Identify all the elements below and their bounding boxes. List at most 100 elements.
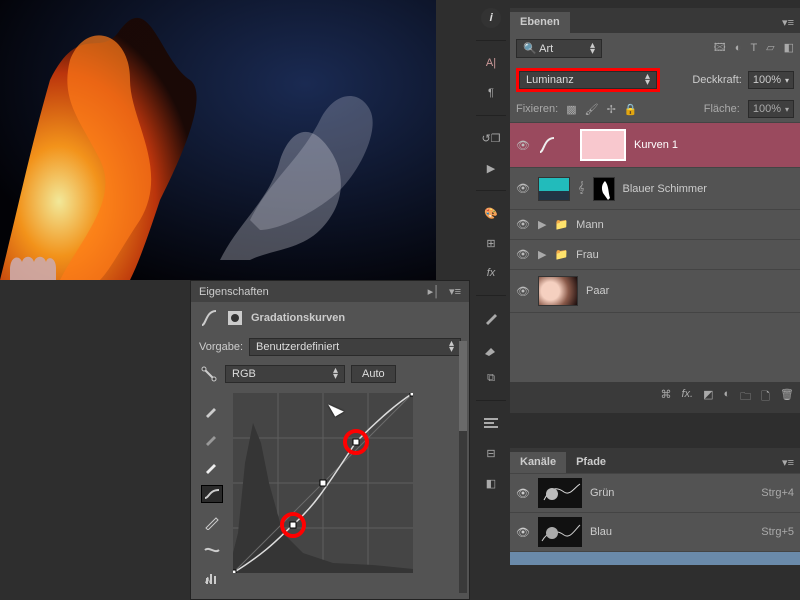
adjustment-layer-icon[interactable]: ◐: [724, 388, 731, 407]
actions-icon[interactable]: ▶: [481, 158, 501, 178]
layer-thumb: [538, 177, 570, 201]
canvas-view[interactable]: [0, 0, 436, 280]
channel-name: Grün: [590, 487, 753, 499]
properties-subtitle: Gradationskurven: [251, 312, 345, 324]
curves-graph[interactable]: [233, 393, 413, 573]
link-layers-icon[interactable]: ⌘: [660, 388, 671, 407]
filter-pixel-icon[interactable]: 🖾: [714, 42, 726, 54]
panel-menu-icon[interactable]: ▸│: [428, 286, 440, 298]
lock-all-icon[interactable]: 🔒: [624, 103, 638, 116]
curves-smooth-icon[interactable]: [201, 541, 223, 559]
panel-flyout-icon[interactable]: ▾≡: [449, 286, 461, 298]
layer-row[interactable]: 👁 Kurven 1: [510, 122, 800, 167]
blend-mode-select[interactable]: Luminanz ▴▾: [519, 71, 657, 89]
properties-title: Eigenschaften: [199, 286, 269, 298]
history-icon[interactable]: ↺❐: [481, 128, 501, 148]
new-layer-icon[interactable]: 🗋: [761, 388, 770, 407]
layer-filter-select[interactable]: 🔍 Art ▴▾: [516, 39, 602, 58]
info-icon[interactable]: 𝒊: [481, 8, 501, 28]
layers-panel: Ebenen ▾≡ 🔍 Art ▴▾ 🖾 ◐ T ▱ ◧ Luminanz ▴▾…: [510, 8, 800, 413]
curves-point-tool-icon[interactable]: [201, 485, 223, 503]
group-disclosure-icon[interactable]: ▶: [538, 248, 546, 261]
paragraph-icon[interactable]: ¶: [481, 83, 501, 103]
lock-pixels-icon[interactable]: 🖌: [585, 103, 599, 116]
layer-row[interactable]: 👁 ▶ 📁 Frau: [510, 239, 800, 269]
fx-icon[interactable]: fx: [481, 263, 501, 283]
channels-tab[interactable]: Kanäle: [510, 452, 566, 473]
filter-shape-icon[interactable]: ▱: [766, 42, 774, 54]
lock-position-icon[interactable]: ✢: [607, 103, 616, 116]
navigator-icon[interactable]: ◧: [481, 473, 501, 493]
channels-panel: Kanäle Pfade ▾≡ 👁 Grün Strg+4 👁 Blau Str…: [510, 448, 800, 565]
swatches-icon[interactable]: 🎨: [481, 203, 501, 223]
group-disclosure-icon[interactable]: ▶: [538, 218, 546, 231]
visibility-icon[interactable]: 👁: [516, 182, 530, 195]
lock-label: Fixieren:: [516, 103, 558, 115]
curves-pencil-tool-icon[interactable]: [201, 513, 223, 531]
channel-thumb: [538, 517, 582, 547]
channel-name: Blau: [590, 526, 753, 538]
filter-smart-icon[interactable]: ◧: [784, 42, 794, 54]
character-icon[interactable]: A|: [481, 53, 501, 73]
curves-thumb-icon: [538, 136, 556, 154]
layer-row[interactable]: 👁 Paar: [510, 269, 800, 312]
eyedropper-black-icon[interactable]: [201, 401, 223, 419]
brush-icon[interactable]: [481, 338, 501, 358]
auto-button[interactable]: Auto: [351, 365, 396, 383]
layer-mask-thumb[interactable]: [593, 177, 615, 201]
panel-flyout-icon[interactable]: ▾≡: [776, 12, 800, 33]
channel-row[interactable]: 👁 Blau Strg+5: [510, 512, 800, 551]
channel-row[interactable]: 👁 Grün Strg+4: [510, 473, 800, 512]
lock-transparency-icon[interactable]: ▩: [566, 103, 576, 116]
layer-row[interactable]: 👁 ▶ 📁 Mann: [510, 209, 800, 239]
delete-layer-icon[interactable]: 🗑: [780, 388, 794, 407]
visibility-icon[interactable]: 👁: [516, 139, 530, 152]
filter-type-icon[interactable]: T: [750, 42, 757, 54]
group-icon[interactable]: 🗀: [740, 388, 751, 407]
layer-mask-thumb[interactable]: [580, 129, 626, 161]
curve-shadow-point-highlight: [280, 512, 306, 538]
mouse-cursor-icon: [331, 401, 345, 419]
dropdown-arrows-icon: ▴▾: [449, 341, 454, 353]
align-icon[interactable]: [481, 413, 501, 433]
styles-grid-icon[interactable]: ⊞: [481, 233, 501, 253]
brush-presets-icon[interactable]: [481, 308, 501, 328]
fill-input[interactable]: 100%▾: [748, 100, 794, 118]
filter-adjust-icon[interactable]: ◐: [735, 42, 742, 54]
visibility-icon[interactable]: 👁: [516, 248, 530, 261]
visibility-icon[interactable]: 👁: [516, 218, 530, 231]
glyphs-icon[interactable]: ⊟: [481, 443, 501, 463]
panel-flyout-icon[interactable]: ▾≡: [776, 452, 800, 473]
on-image-adjust-icon[interactable]: [199, 364, 219, 384]
channel-shortcut: Strg+4: [761, 487, 794, 499]
mask-preview-icon: [225, 308, 245, 328]
link-icon[interactable]: 𝄞: [578, 182, 585, 195]
visibility-icon[interactable]: 👁: [516, 526, 530, 539]
curve-highlight-point-highlight: [343, 429, 369, 455]
eyedropper-white-icon[interactable]: [201, 457, 223, 475]
layer-row[interactable]: 👁 𝄞 Blauer Schimmer: [510, 167, 800, 209]
clone-source-icon[interactable]: ⧉: [481, 368, 501, 388]
opacity-label: Deckkraft:: [692, 74, 742, 86]
channel-select[interactable]: RGB ▴▾: [225, 365, 345, 383]
paths-tab[interactable]: Pfade: [566, 452, 616, 473]
preset-select[interactable]: Benutzerdefiniert ▴▾: [249, 338, 461, 356]
properties-panel: Eigenschaften ▸│ ▾≡ Gradationskurven Vor…: [190, 280, 470, 600]
layer-thumb: [538, 276, 578, 306]
mini-panel-strip: 𝒊 A| ¶ ↺❐ ▶ 🎨 ⊞ fx ⧉ ⊟ ◧: [476, 8, 506, 493]
channel-row[interactable]: [510, 551, 800, 565]
visibility-icon[interactable]: 👁: [516, 285, 530, 298]
svg-text:A: A: [205, 576, 211, 584]
opacity-input[interactable]: 100%▾: [748, 71, 794, 89]
properties-scrollbar[interactable]: [459, 341, 467, 593]
folder-icon: 📁: [554, 218, 568, 231]
curves-histogram-icon[interactable]: A: [201, 569, 223, 587]
channel-shortcut: Strg+5: [761, 526, 794, 538]
folder-icon: 📁: [554, 248, 568, 261]
visibility-icon[interactable]: 👁: [516, 487, 530, 500]
layer-mask-icon[interactable]: ◩: [703, 388, 713, 407]
layers-tab[interactable]: Ebenen: [510, 12, 570, 33]
eyedropper-gray-icon[interactable]: [201, 429, 223, 447]
fill-label: Fläche:: [704, 103, 740, 115]
layer-fx-icon[interactable]: fx.: [681, 388, 693, 407]
